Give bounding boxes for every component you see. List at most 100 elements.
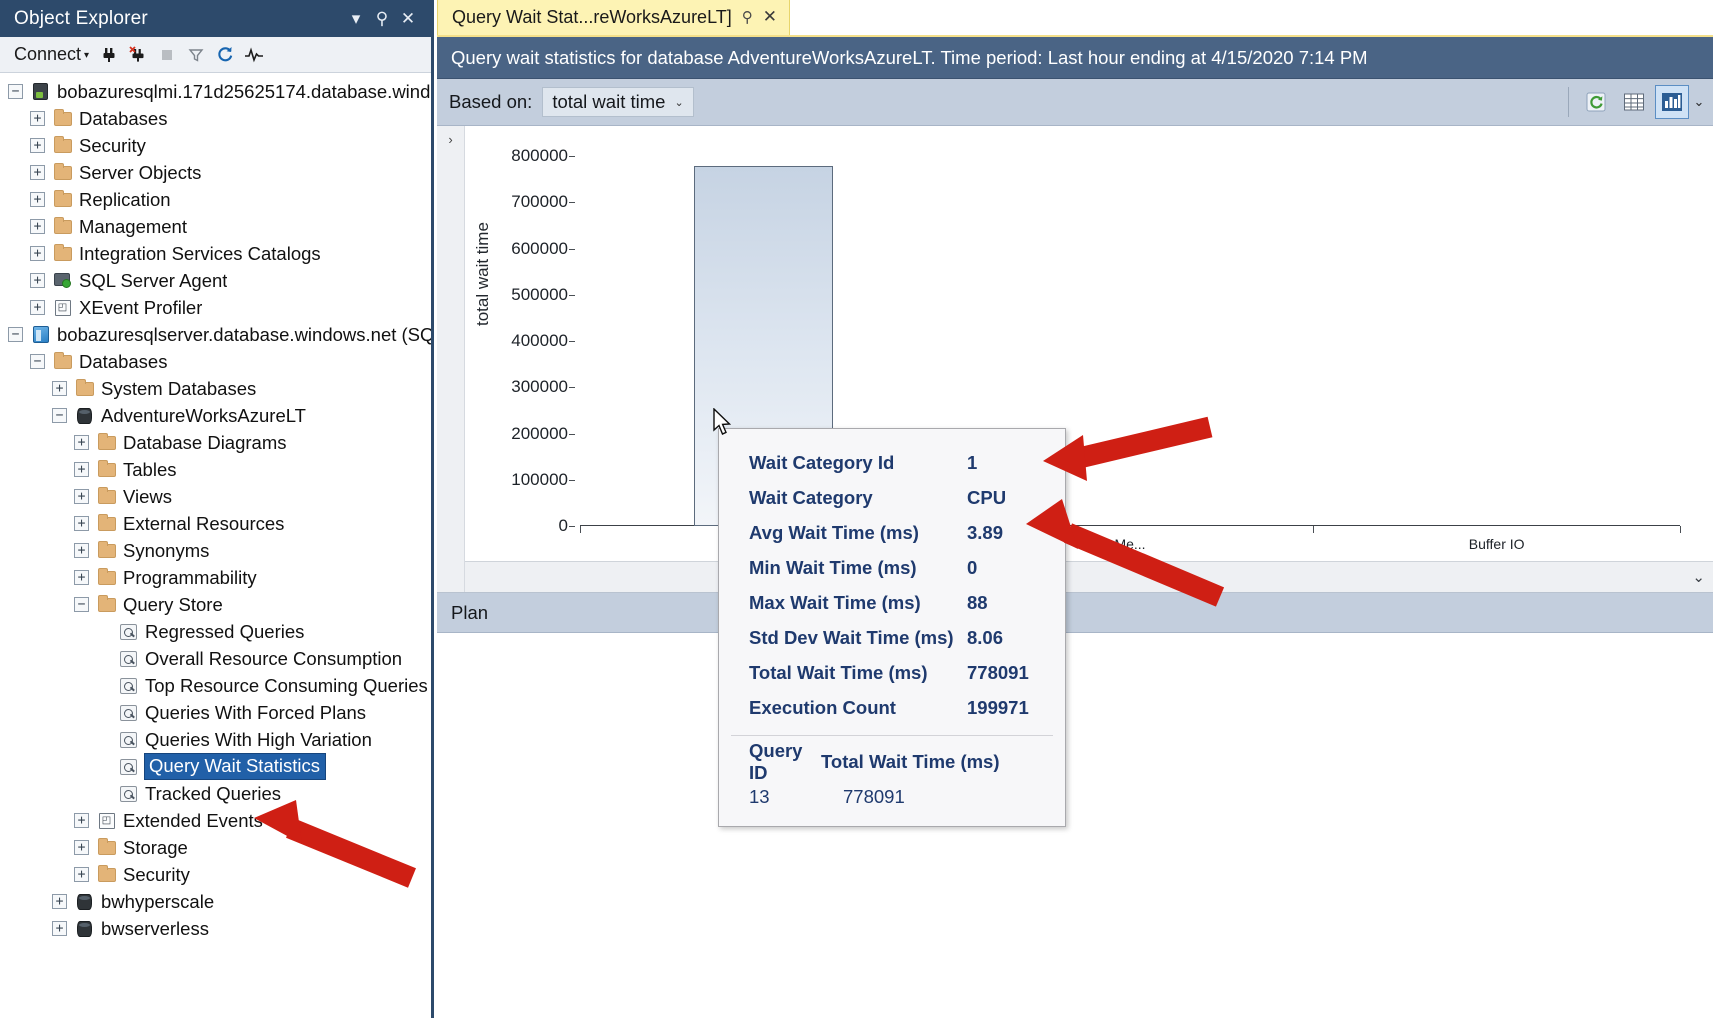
- tooltip-table-row: 13 778091: [719, 779, 1065, 814]
- chart-view-button[interactable]: [1655, 85, 1689, 119]
- tree-item-adventureworksazurelt[interactable]: − AdventureWorksAzureLT: [0, 402, 431, 429]
- tooltip-table-header: Query ID Total Wait Time (ms): [719, 740, 1065, 783]
- database-icon: [74, 407, 95, 424]
- collapse-toggle-icon[interactable]: −: [8, 84, 23, 99]
- tree-item-programmability[interactable]: + Programmability: [0, 564, 431, 591]
- collapse-toggle-icon[interactable]: −: [74, 597, 89, 612]
- tree-item-security[interactable]: + Security: [0, 132, 431, 159]
- collapse-toggle-icon[interactable]: −: [52, 408, 67, 423]
- tree-item-query-wait-statistics[interactable]: Query Wait Statistics: [0, 753, 431, 780]
- close-icon[interactable]: ✕: [395, 9, 421, 29]
- tree-item-top-resource-consuming-queries[interactable]: Top Resource Consuming Queries: [0, 672, 431, 699]
- disconnect-icon[interactable]: [125, 42, 151, 68]
- connect-icon[interactable]: [96, 42, 122, 68]
- expand-toggle-icon[interactable]: +: [30, 192, 45, 207]
- cell-total-wait-time: 778091: [843, 785, 905, 807]
- expand-toggle-icon[interactable]: +: [52, 921, 67, 936]
- tab-query-wait-statistics[interactable]: Query Wait Stat...reWorksAzureLT] ⚲ ✕: [437, 0, 790, 35]
- collapse-toggle-icon[interactable]: −: [8, 327, 23, 342]
- tree-item-synonyms[interactable]: + Synonyms: [0, 537, 431, 564]
- tree-item-sql-server-agent[interactable]: + SQL Server Agent: [0, 267, 431, 294]
- tree-item-label: SQL Server Agent: [79, 269, 228, 291]
- tooltip-row: Total Wait Time (ms) 778091: [719, 655, 1065, 690]
- expand-toggle-icon[interactable]: +: [30, 138, 45, 153]
- tree-item-query-store[interactable]: − Query Store: [0, 591, 431, 618]
- toolbar-overflow-icon[interactable]: ⌄: [1691, 94, 1707, 110]
- collapse-toggle-icon[interactable]: −: [30, 354, 45, 369]
- y-axis-tick-label: 400000: [468, 331, 575, 351]
- expand-toggle-icon[interactable]: +: [74, 840, 89, 855]
- expand-toggle-icon[interactable]: +: [30, 219, 45, 234]
- close-icon[interactable]: ✕: [763, 7, 777, 27]
- folder-icon: [96, 459, 117, 477]
- chevron-down-icon[interactable]: ⌄: [1692, 568, 1705, 586]
- expand-toggle-icon[interactable]: +: [30, 165, 45, 180]
- tree-item-label: Views: [123, 485, 173, 507]
- chevron-down-icon[interactable]: ▾: [343, 9, 369, 29]
- folder-icon: [96, 432, 117, 450]
- expand-toggle-icon[interactable]: +: [74, 516, 89, 531]
- tree-item-regressed-queries[interactable]: Regressed Queries: [0, 618, 431, 645]
- tree-item-xevent-profiler[interactable]: + ◰ XEvent Profiler: [0, 294, 431, 321]
- tooltip-row-key: Max Wait Time (ms): [749, 591, 921, 613]
- y-axis-tick-label: 800000: [468, 146, 575, 166]
- based-on-dropdown[interactable]: total wait time ⌄: [542, 87, 694, 117]
- tree-item-views[interactable]: + Views: [0, 483, 431, 510]
- pin-icon[interactable]: ⚲: [369, 9, 395, 29]
- pin-icon[interactable]: ⚲: [742, 8, 753, 26]
- expand-toggle-icon[interactable]: +: [30, 111, 45, 126]
- expand-toggle-icon[interactable]: +: [52, 894, 67, 909]
- tree-item-bobazuresqlmi-171d25625174-database-wind[interactable]: − bobazuresqlmi.171d25625174.database.win…: [0, 78, 431, 105]
- tree-item-label: Tables: [123, 458, 177, 480]
- chart-gutter[interactable]: ›: [437, 126, 465, 592]
- tree-item-external-resources[interactable]: + External Resources: [0, 510, 431, 537]
- tree-item-databases[interactable]: − Databases: [0, 348, 431, 375]
- tree-item-system-databases[interactable]: + System Databases: [0, 375, 431, 402]
- tree-item-bwserverless[interactable]: + bwserverless: [0, 915, 431, 942]
- expand-toggle-icon[interactable]: +: [74, 867, 89, 882]
- grid-view-button[interactable]: [1617, 85, 1651, 119]
- expand-chevron-icon[interactable]: ›: [448, 132, 452, 147]
- expand-toggle-icon[interactable]: +: [74, 462, 89, 477]
- filter-icon[interactable]: [183, 42, 209, 68]
- tree-item-database-diagrams[interactable]: + Database Diagrams: [0, 429, 431, 456]
- expand-toggle-icon[interactable]: +: [30, 300, 45, 315]
- tree-item-bwhyperscale[interactable]: + bwhyperscale: [0, 888, 431, 915]
- report-icon: [118, 623, 139, 640]
- tree-item-label: Replication: [79, 188, 171, 210]
- tree-item-label: bwserverless: [101, 917, 209, 939]
- tooltip-divider: [731, 735, 1053, 736]
- tree-item-server-objects[interactable]: + Server Objects: [0, 159, 431, 186]
- tree-item-label: Queries With High Variation: [145, 728, 372, 750]
- tree-item-overall-resource-consumption[interactable]: Overall Resource Consumption: [0, 645, 431, 672]
- tree-item-management[interactable]: + Management: [0, 213, 431, 240]
- tree-item-label: Query Wait Statistics: [144, 753, 326, 780]
- tooltip-row-value: 8.06: [967, 626, 1004, 648]
- expand-toggle-icon[interactable]: +: [30, 273, 45, 288]
- arrow-to-avg-wait-time: [1026, 499, 1225, 607]
- refresh-icon[interactable]: [212, 42, 238, 68]
- expand-toggle-icon[interactable]: +: [52, 381, 67, 396]
- expand-toggle-icon[interactable]: +: [74, 813, 89, 828]
- connect-button[interactable]: Connect ▾: [10, 42, 93, 67]
- tree-item-label: Query Store: [123, 593, 223, 615]
- tree-item-tables[interactable]: + Tables: [0, 456, 431, 483]
- activity-monitor-icon[interactable]: [241, 42, 267, 68]
- expand-toggle-icon[interactable]: +: [74, 543, 89, 558]
- tree-item-queries-with-high-variation[interactable]: Queries With High Variation: [0, 726, 431, 753]
- tree-item-label: XEvent Profiler: [79, 296, 203, 318]
- tree-item-replication[interactable]: + Replication: [0, 186, 431, 213]
- folder-icon: [52, 243, 73, 261]
- refresh-button[interactable]: [1579, 85, 1613, 119]
- expand-toggle-icon[interactable]: +: [74, 570, 89, 585]
- tooltip-row-key: Wait Category Id: [749, 451, 895, 473]
- tree-item-databases[interactable]: + Databases: [0, 105, 431, 132]
- report-icon: [118, 731, 139, 748]
- tree-item-integration-services-catalogs[interactable]: + Integration Services Catalogs: [0, 240, 431, 267]
- expand-toggle-icon[interactable]: +: [30, 246, 45, 261]
- tree-item-queries-with-forced-plans[interactable]: Queries With Forced Plans: [0, 699, 431, 726]
- expand-toggle-icon[interactable]: +: [74, 489, 89, 504]
- tree-item-bobazuresqlserver-database-windows-net-sq[interactable]: − bobazuresqlserver.database.windows.net …: [0, 321, 431, 348]
- expand-toggle-icon[interactable]: +: [74, 435, 89, 450]
